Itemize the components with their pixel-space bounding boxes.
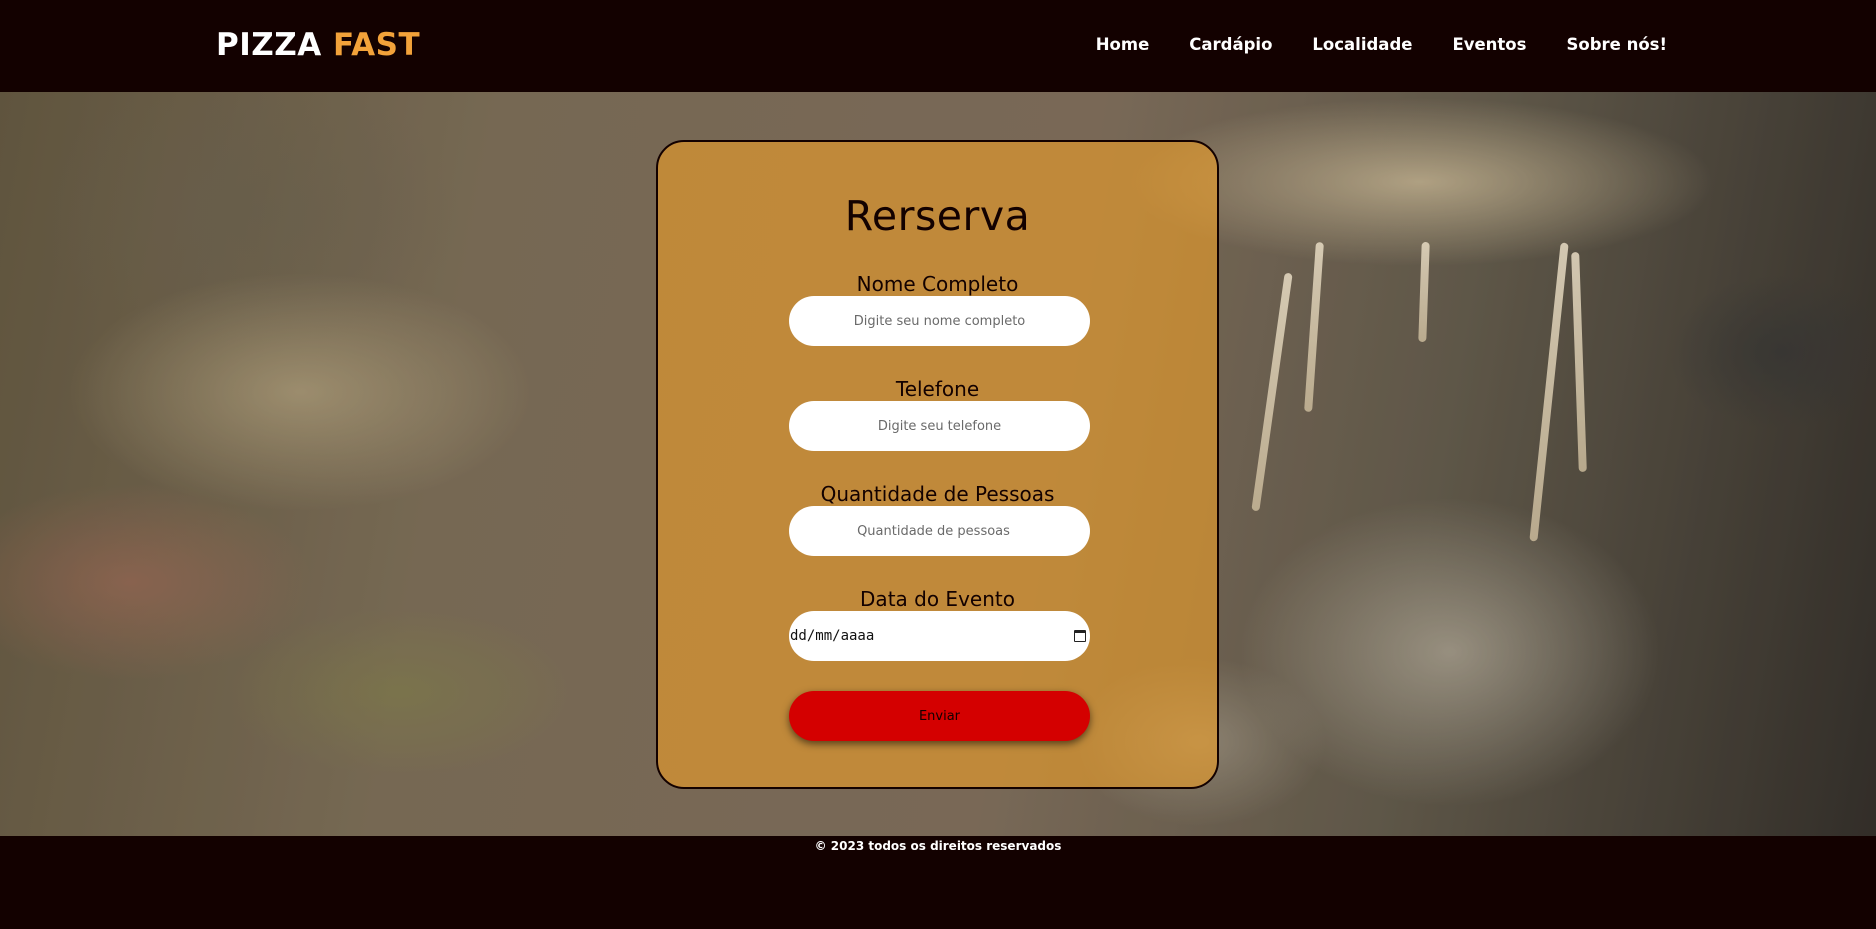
date-placeholder: dd/mm/aaaa <box>790 628 875 644</box>
nav-link-sobre[interactable]: Sobre nós! <box>1566 32 1667 58</box>
nav-link-home[interactable]: Home <box>1096 32 1150 58</box>
phone-label: Telefone <box>895 377 980 401</box>
reservation-card: Rerserva Nome Completo Telefone Quantida… <box>656 140 1219 789</box>
cheese-string <box>1529 242 1569 542</box>
calendar-icon[interactable] <box>1074 630 1086 642</box>
event-date-input[interactable]: dd/mm/aaaa <box>789 611 1090 661</box>
nav-link-cardapio[interactable]: Cardápio <box>1189 32 1272 58</box>
cheese-string <box>1251 272 1293 512</box>
phone-input[interactable] <box>789 401 1090 451</box>
logo[interactable]: PIZZA FAST <box>216 22 420 68</box>
logo-accent-text: FAST <box>333 27 421 63</box>
cheese-string <box>1418 241 1430 343</box>
main-nav: Home Cardápio Localidade Eventos Sobre n… <box>1096 32 1667 58</box>
cheese-string <box>1571 251 1587 473</box>
hero-background-image: Rerserva Nome Completo Telefone Quantida… <box>0 92 1876 836</box>
form-title: Rerserva <box>844 192 1031 240</box>
nav-link-eventos[interactable]: Eventos <box>1452 32 1526 58</box>
name-input[interactable] <box>789 296 1090 346</box>
nav-link-localidade[interactable]: Localidade <box>1312 32 1412 58</box>
submit-button[interactable]: Enviar <box>789 691 1090 741</box>
copyright-text: © 2023 todos os direitos reservados <box>814 839 1062 853</box>
cheese-string <box>1304 241 1324 413</box>
logo-primary-text: PIZZA <box>216 27 322 63</box>
event-date-label: Data do Evento <box>860 587 1015 611</box>
top-navbar: PIZZA FAST Home Cardápio Localidade Even… <box>0 0 1876 92</box>
name-label: Nome Completo <box>856 272 1019 296</box>
footer: © 2023 todos os direitos reservados <box>0 836 1876 929</box>
people-count-input[interactable] <box>789 506 1090 556</box>
people-count-label: Quantidade de Pessoas <box>820 482 1055 506</box>
